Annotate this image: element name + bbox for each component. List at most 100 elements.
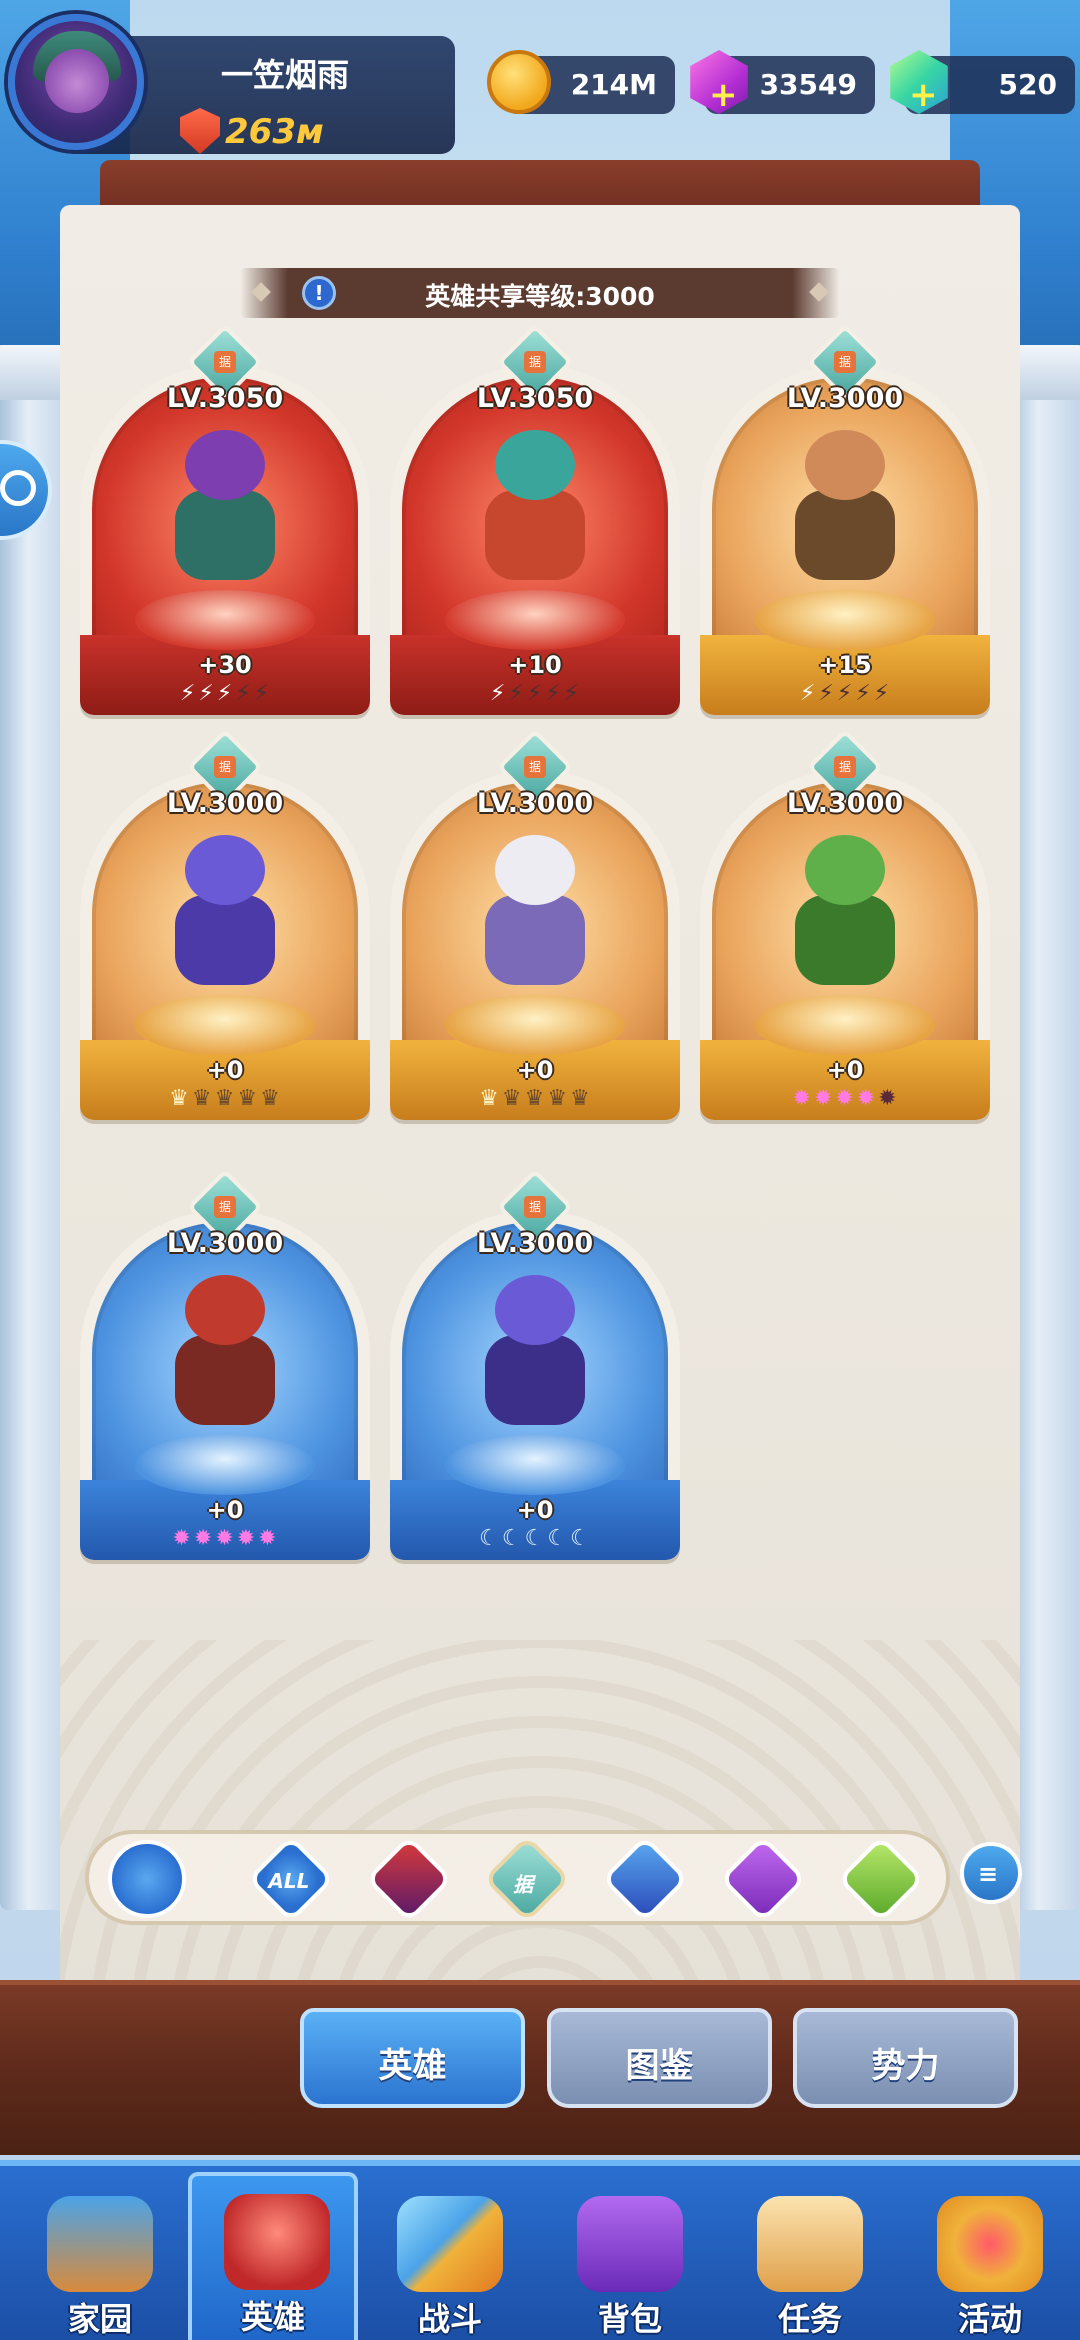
hero-card[interactable]: 据 LV.3000 +0 ☾☾☾☾☾: [390, 1168, 680, 1560]
hero-portrait-icon: [150, 835, 300, 995]
crown-pip-icon: ♛: [570, 1086, 591, 1111]
gem-pip-icon: ✹: [172, 1526, 192, 1551]
gem-pip-icon: ✹: [878, 1086, 898, 1111]
hero-body: [485, 895, 585, 985]
hero-rank-pips: ✹✹✹✹✹: [80, 1526, 370, 1551]
hero-card[interactable]: 据 LV.3000 +0 ♛♛♛♛♛: [80, 728, 370, 1120]
gold-resource[interactable]: 214M: [487, 50, 675, 114]
sort-icon: ≡: [978, 1860, 999, 1888]
moon-pip-icon: ☾: [501, 1526, 523, 1551]
crown-pip-icon: ♛: [524, 1086, 546, 1111]
hero-head: [185, 1275, 265, 1345]
player-avatar[interactable]: [8, 14, 144, 150]
add-green-gem-icon[interactable]: +: [909, 78, 939, 112]
tab-collection[interactable]: 图鉴: [547, 2008, 772, 2108]
gem-pip-icon: ✹: [236, 1526, 257, 1551]
hero-rank-pips: ⚡⚡⚡⚡⚡: [700, 681, 990, 706]
hero-level: LV.3000: [476, 788, 594, 819]
gem-pip-icon: ✹: [258, 1526, 278, 1551]
right-pillar: [1010, 350, 1080, 1910]
events-icon: [937, 2196, 1043, 2292]
crown-pip-icon: ♛: [191, 1086, 213, 1111]
hero-card[interactable]: 据 LV.3000 +0 ♛♛♛♛♛: [390, 728, 680, 1120]
hero-head: [805, 835, 885, 905]
crown-pip-icon: ♛: [214, 1086, 236, 1111]
bolt-pip-icon: ⚡: [179, 681, 197, 706]
faction-badge-label: 据: [834, 756, 856, 778]
filter-faction-ju-label: 据: [513, 1872, 534, 1897]
hero-enhance-level: +0: [206, 1496, 244, 1524]
tab-faction-label: 势力: [871, 2046, 940, 2086]
pedestal: [445, 995, 625, 1055]
nav-home[interactable]: 家园: [15, 2178, 185, 2340]
faction-badge-label: 据: [524, 756, 546, 778]
gold-coin-icon: [487, 50, 551, 114]
bolt-pip-icon: ⚡: [563, 681, 581, 706]
gem-pip-icon: ✹: [835, 1086, 855, 1111]
home-icon: [47, 2196, 153, 2292]
pedestal: [445, 590, 625, 650]
hero-card[interactable]: 据 LV.3000 +15 ⚡⚡⚡⚡⚡: [700, 323, 990, 715]
moon-pip-icon: ☾: [524, 1526, 546, 1551]
shared-level-banner: ! 英雄共享等级:3000: [240, 268, 840, 318]
hero-body: [795, 895, 895, 985]
hero-rank-pips: ♛♛♛♛♛: [80, 1086, 370, 1111]
bolt-pip-icon: ⚡: [198, 681, 215, 706]
hero-card[interactable]: 据 LV.3050 +30 ⚡⚡⚡⚡⚡: [80, 323, 370, 715]
search-icon: [0, 470, 36, 506]
pedestal: [755, 995, 935, 1055]
gem-pip-icon: ✹: [792, 1086, 812, 1111]
nav-events[interactable]: 活动: [905, 2178, 1075, 2340]
filter-rank-button[interactable]: [108, 1840, 186, 1918]
hero-body: [175, 1335, 275, 1425]
faction-badge-label: 据: [214, 1196, 236, 1218]
hero-portrait-icon: [770, 430, 920, 590]
bolt-pip-icon: ⚡: [873, 681, 891, 706]
purple-gem-resource[interactable]: + 33549: [690, 50, 875, 114]
hero-enhance-level: +15: [818, 651, 872, 679]
nav-backpack-label: 背包: [597, 2300, 662, 2338]
bolt-pip-icon: ⚡: [253, 681, 271, 706]
bolt-pip-icon: ⚡: [508, 681, 525, 706]
nav-home-label: 家园: [67, 2300, 132, 2338]
add-purple-gem-icon[interactable]: +: [709, 78, 739, 112]
hero-body: [175, 895, 275, 985]
hero-head: [805, 430, 885, 500]
hero-level: LV.3000: [786, 383, 904, 414]
crown-pip-icon: ♛: [479, 1086, 500, 1111]
swords-icon: [397, 2196, 503, 2292]
avatar-face-icon: [45, 49, 109, 113]
hero-enhance-level: +0: [516, 1056, 554, 1084]
hero-rank-pips: ✹✹✹✹✹: [700, 1086, 990, 1111]
tab-heroes[interactable]: 英雄: [300, 2008, 525, 2108]
moon-pip-icon: ☾: [570, 1526, 591, 1551]
tab-faction[interactable]: 势力: [793, 2008, 1018, 2108]
sort-toggle-button[interactable]: ≡: [960, 1842, 1022, 1904]
pedestal: [755, 590, 935, 650]
hero-card[interactable]: 据 LV.3000 +0 ✹✹✹✹✹: [700, 728, 990, 1120]
hero-level: LV.3000: [166, 1228, 284, 1259]
nav-heroes[interactable]: 英雄: [188, 2172, 358, 2340]
pedestal: [135, 995, 315, 1055]
player-power: 263м: [225, 112, 324, 152]
hero-card[interactable]: 据 LV.3000 +0 ✹✹✹✹✹: [80, 1168, 370, 1560]
hero-level: LV.3000: [476, 1228, 594, 1259]
nav-quests[interactable]: 任务: [725, 2178, 895, 2340]
gem-pip-icon: ✹: [856, 1086, 877, 1111]
faction-badge-label: 据: [524, 351, 546, 373]
hero-portrait-icon: [460, 1275, 610, 1435]
pedestal: [135, 1435, 315, 1495]
nav-events-label: 活动: [957, 2300, 1022, 2338]
nav-backpack[interactable]: 背包: [545, 2178, 715, 2340]
hero-card[interactable]: 据 LV.3050 +10 ⚡⚡⚡⚡⚡: [390, 323, 680, 715]
hero-head: [495, 1275, 575, 1345]
nav-battle[interactable]: 战斗: [365, 2178, 535, 2340]
faction-badge-label: 据: [524, 1196, 546, 1218]
gold-amount: 214M: [570, 68, 657, 101]
hero-rank-pips: ♛♛♛♛♛: [390, 1086, 680, 1111]
purple-gem-amount: 33549: [759, 68, 857, 101]
hero-level: LV.3050: [166, 383, 284, 414]
hero-portrait-icon: [150, 1275, 300, 1435]
hero-head: [185, 835, 265, 905]
green-gem-resource[interactable]: + 520: [890, 50, 1075, 114]
